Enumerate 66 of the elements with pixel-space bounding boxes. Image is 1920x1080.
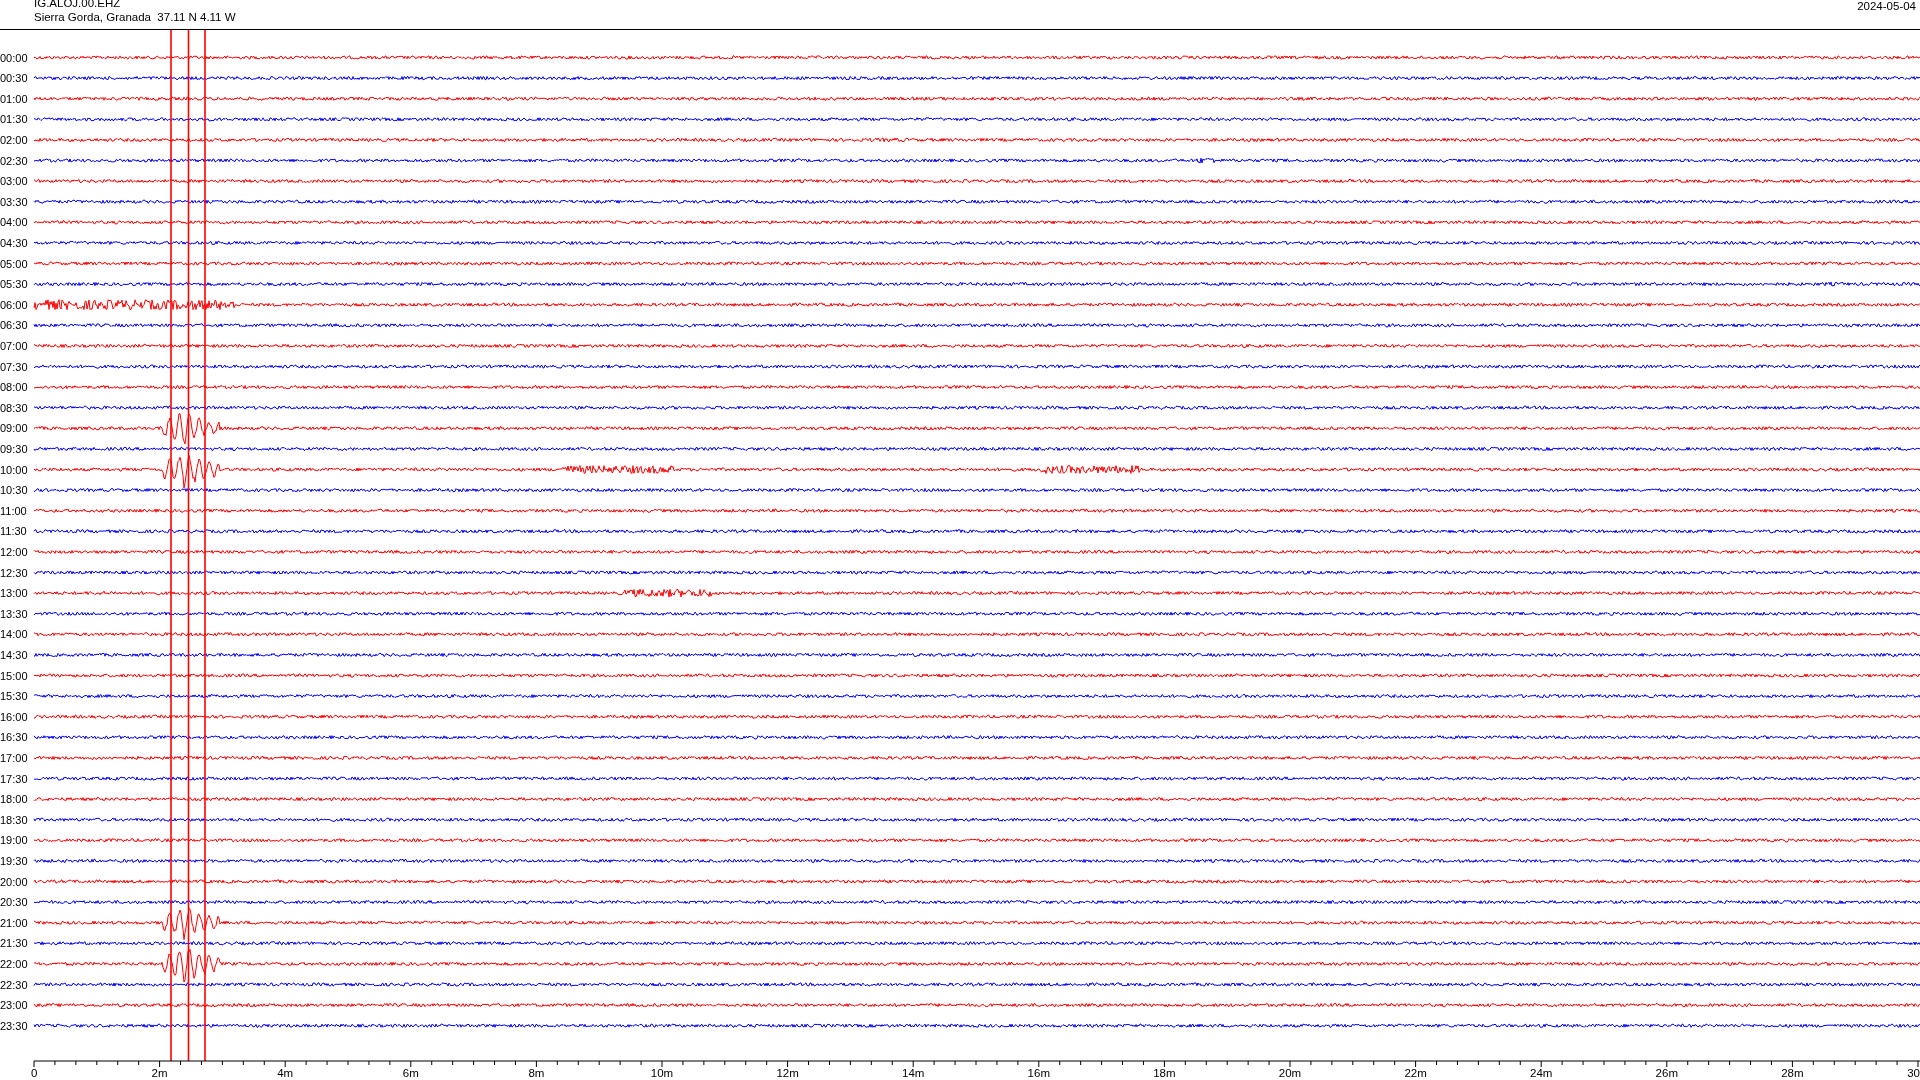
hour-label: 11:00 (0, 504, 27, 517)
axis-tick-label: 10m (650, 1067, 674, 1079)
hour-label: 06:00 (0, 298, 28, 311)
hour-label: 14:30 (0, 648, 28, 661)
axis-tick-label: 8m (528, 1067, 545, 1079)
hour-label: 13:00 (0, 587, 28, 600)
axis-tick-label: 14m (902, 1067, 925, 1079)
hour-label: 17:00 (0, 751, 28, 764)
hour-label: 17:30 (0, 772, 28, 785)
hour-label: 20:30 (0, 896, 28, 909)
hour-label: 07:30 (0, 360, 28, 373)
hour-label: 10:00 (0, 463, 28, 476)
hour-label: 11:30 (0, 525, 27, 538)
hour-label: 08:30 (0, 401, 28, 414)
hour-label: 00:30 (0, 72, 28, 85)
axis-tick-label: 26m (1655, 1067, 1678, 1079)
axis-tick-label: 2m (151, 1067, 168, 1079)
hour-label: 05:30 (0, 278, 28, 291)
axis-tick-label: 30 (1907, 1067, 1920, 1079)
hour-label: 01:30 (0, 113, 28, 126)
hour-label: 14:00 (0, 628, 28, 641)
axis-tick-label: 24m (1530, 1067, 1553, 1079)
hour-label: 20:00 (0, 875, 28, 888)
hour-label: 22:30 (0, 978, 28, 991)
hour-label: 04:00 (0, 216, 28, 229)
hour-label: 05:00 (0, 257, 28, 270)
hour-label: 02:30 (0, 154, 28, 167)
record-date: 2024-05-04 (1857, 0, 1917, 12)
hour-label: 22:00 (0, 957, 28, 970)
hour-label: 23:00 (0, 999, 28, 1012)
axis-tick-label: 12m (776, 1067, 799, 1079)
hour-label: 00:00 (0, 51, 28, 64)
hour-label: 21:00 (0, 916, 28, 929)
hour-label: 08:00 (0, 381, 28, 394)
hour-label: 15:00 (0, 669, 28, 682)
axis-tick-label: 6m (402, 1067, 419, 1079)
hour-label: 12:00 (0, 545, 28, 558)
hour-label: 15:30 (0, 690, 28, 703)
axis-tick-label: 16m (1027, 1067, 1050, 1079)
hour-label: 10:30 (0, 484, 28, 497)
hour-label: 19:30 (0, 854, 28, 867)
axis-tick-label: 22m (1404, 1067, 1427, 1079)
hour-label: 04:30 (0, 236, 28, 249)
axis-tick-label: 18m (1153, 1067, 1176, 1079)
hour-label: 03:30 (0, 195, 28, 208)
axis-tick-label: 4m (277, 1067, 294, 1079)
hour-label: 01:00 (0, 92, 28, 105)
hour-label: 09:00 (0, 422, 28, 435)
hour-label: 16:00 (0, 710, 28, 723)
axis-tick-label: 28m (1781, 1067, 1804, 1079)
hour-label: 19:00 (0, 834, 28, 847)
axis-tick-label: 0 (31, 1067, 38, 1079)
hour-label: 16:30 (0, 731, 28, 744)
hour-label: 07:00 (0, 339, 28, 352)
hour-label: 21:30 (0, 937, 28, 950)
hour-label: 12:30 (0, 566, 28, 579)
hour-label: 06:30 (0, 319, 28, 332)
hour-label: 13:30 (0, 607, 28, 620)
hour-label: 18:30 (0, 813, 28, 826)
hour-label: 03:00 (0, 175, 28, 188)
hour-label: 23:30 (0, 1019, 28, 1032)
station-location: Sierra Gorda, Granada 37.11 N 4.11 W (34, 10, 236, 24)
axis-tick-label: 20m (1278, 1067, 1302, 1079)
hour-label: 09:30 (0, 442, 28, 455)
hour-label: 02:00 (0, 133, 28, 146)
hour-label: 18:00 (0, 793, 28, 806)
